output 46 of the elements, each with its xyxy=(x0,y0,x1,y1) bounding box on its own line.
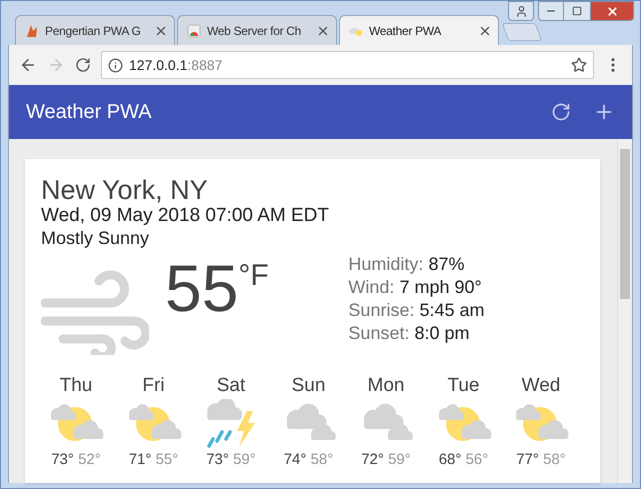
weather-detail: Sunrise: 5:45 am xyxy=(348,299,485,322)
forecast-day: Mon xyxy=(368,375,404,397)
forecast-temps: 71° 55° xyxy=(128,451,178,468)
profile-button[interactable] xyxy=(508,1,534,21)
reload-button[interactable] xyxy=(75,57,91,73)
flame-logo-icon xyxy=(24,22,40,38)
forecast-temps: 73° 52° xyxy=(51,451,101,468)
maximize-button[interactable] xyxy=(564,1,590,21)
close-icon xyxy=(606,4,618,18)
description: Mostly Sunny xyxy=(41,227,150,249)
forecast-day: Fri xyxy=(142,375,165,397)
browser-tab[interactable]: Web Server for Ch xyxy=(177,15,337,45)
weather-detail: Wind: 7 mph 90° xyxy=(348,276,483,299)
person-icon xyxy=(514,4,528,18)
forecast-temps: 74° 58° xyxy=(284,451,334,468)
temperature-unit: °F xyxy=(238,259,270,293)
tab-title: Weather PWA xyxy=(369,22,442,40)
refresh-button[interactable] xyxy=(551,102,571,122)
forecast-temps: 73° 59° xyxy=(206,451,256,468)
scrollbar[interactable] xyxy=(617,139,632,483)
app-icon xyxy=(186,22,202,38)
forecast-temps: 72° 59° xyxy=(361,451,411,468)
forecast-temps: 68° 56° xyxy=(438,451,488,468)
temperature: 55 xyxy=(165,253,238,323)
browser-tab[interactable]: Pengertian PWA G xyxy=(15,15,175,45)
url-text: 127.0.0.1:8887 xyxy=(129,56,224,74)
location: New York, NY xyxy=(41,175,209,205)
tab-title: Web Server for Ch xyxy=(207,22,302,40)
weather-detail: Sunset: 8:0 pm xyxy=(348,322,471,345)
tab-title: Pengertian PWA G xyxy=(45,22,142,40)
forecast-day: Wed xyxy=(522,375,560,397)
forecast-day: Sun xyxy=(292,375,326,397)
date: Wed, 09 May 2018 07:00 AM EDT xyxy=(41,205,330,227)
info-icon[interactable] xyxy=(108,58,123,72)
back-button[interactable] xyxy=(19,56,37,74)
forecast-day: Tue xyxy=(447,375,480,397)
forecast-day: Thu xyxy=(60,375,92,397)
forecast-temps: 77° 58° xyxy=(516,451,566,468)
browser-tab[interactable]: Weather PWA xyxy=(339,15,499,45)
weather-detail: Humidity: 87% xyxy=(348,253,466,276)
forecast-day: Sat xyxy=(216,375,246,397)
app-title: Weather PWA xyxy=(26,100,153,125)
bookmark-star-icon[interactable] xyxy=(571,57,587,73)
close-window-button[interactable] xyxy=(590,1,634,21)
maximize-icon xyxy=(572,6,582,16)
address-bar[interactable]: 127.0.0.1:8887 xyxy=(101,51,594,79)
